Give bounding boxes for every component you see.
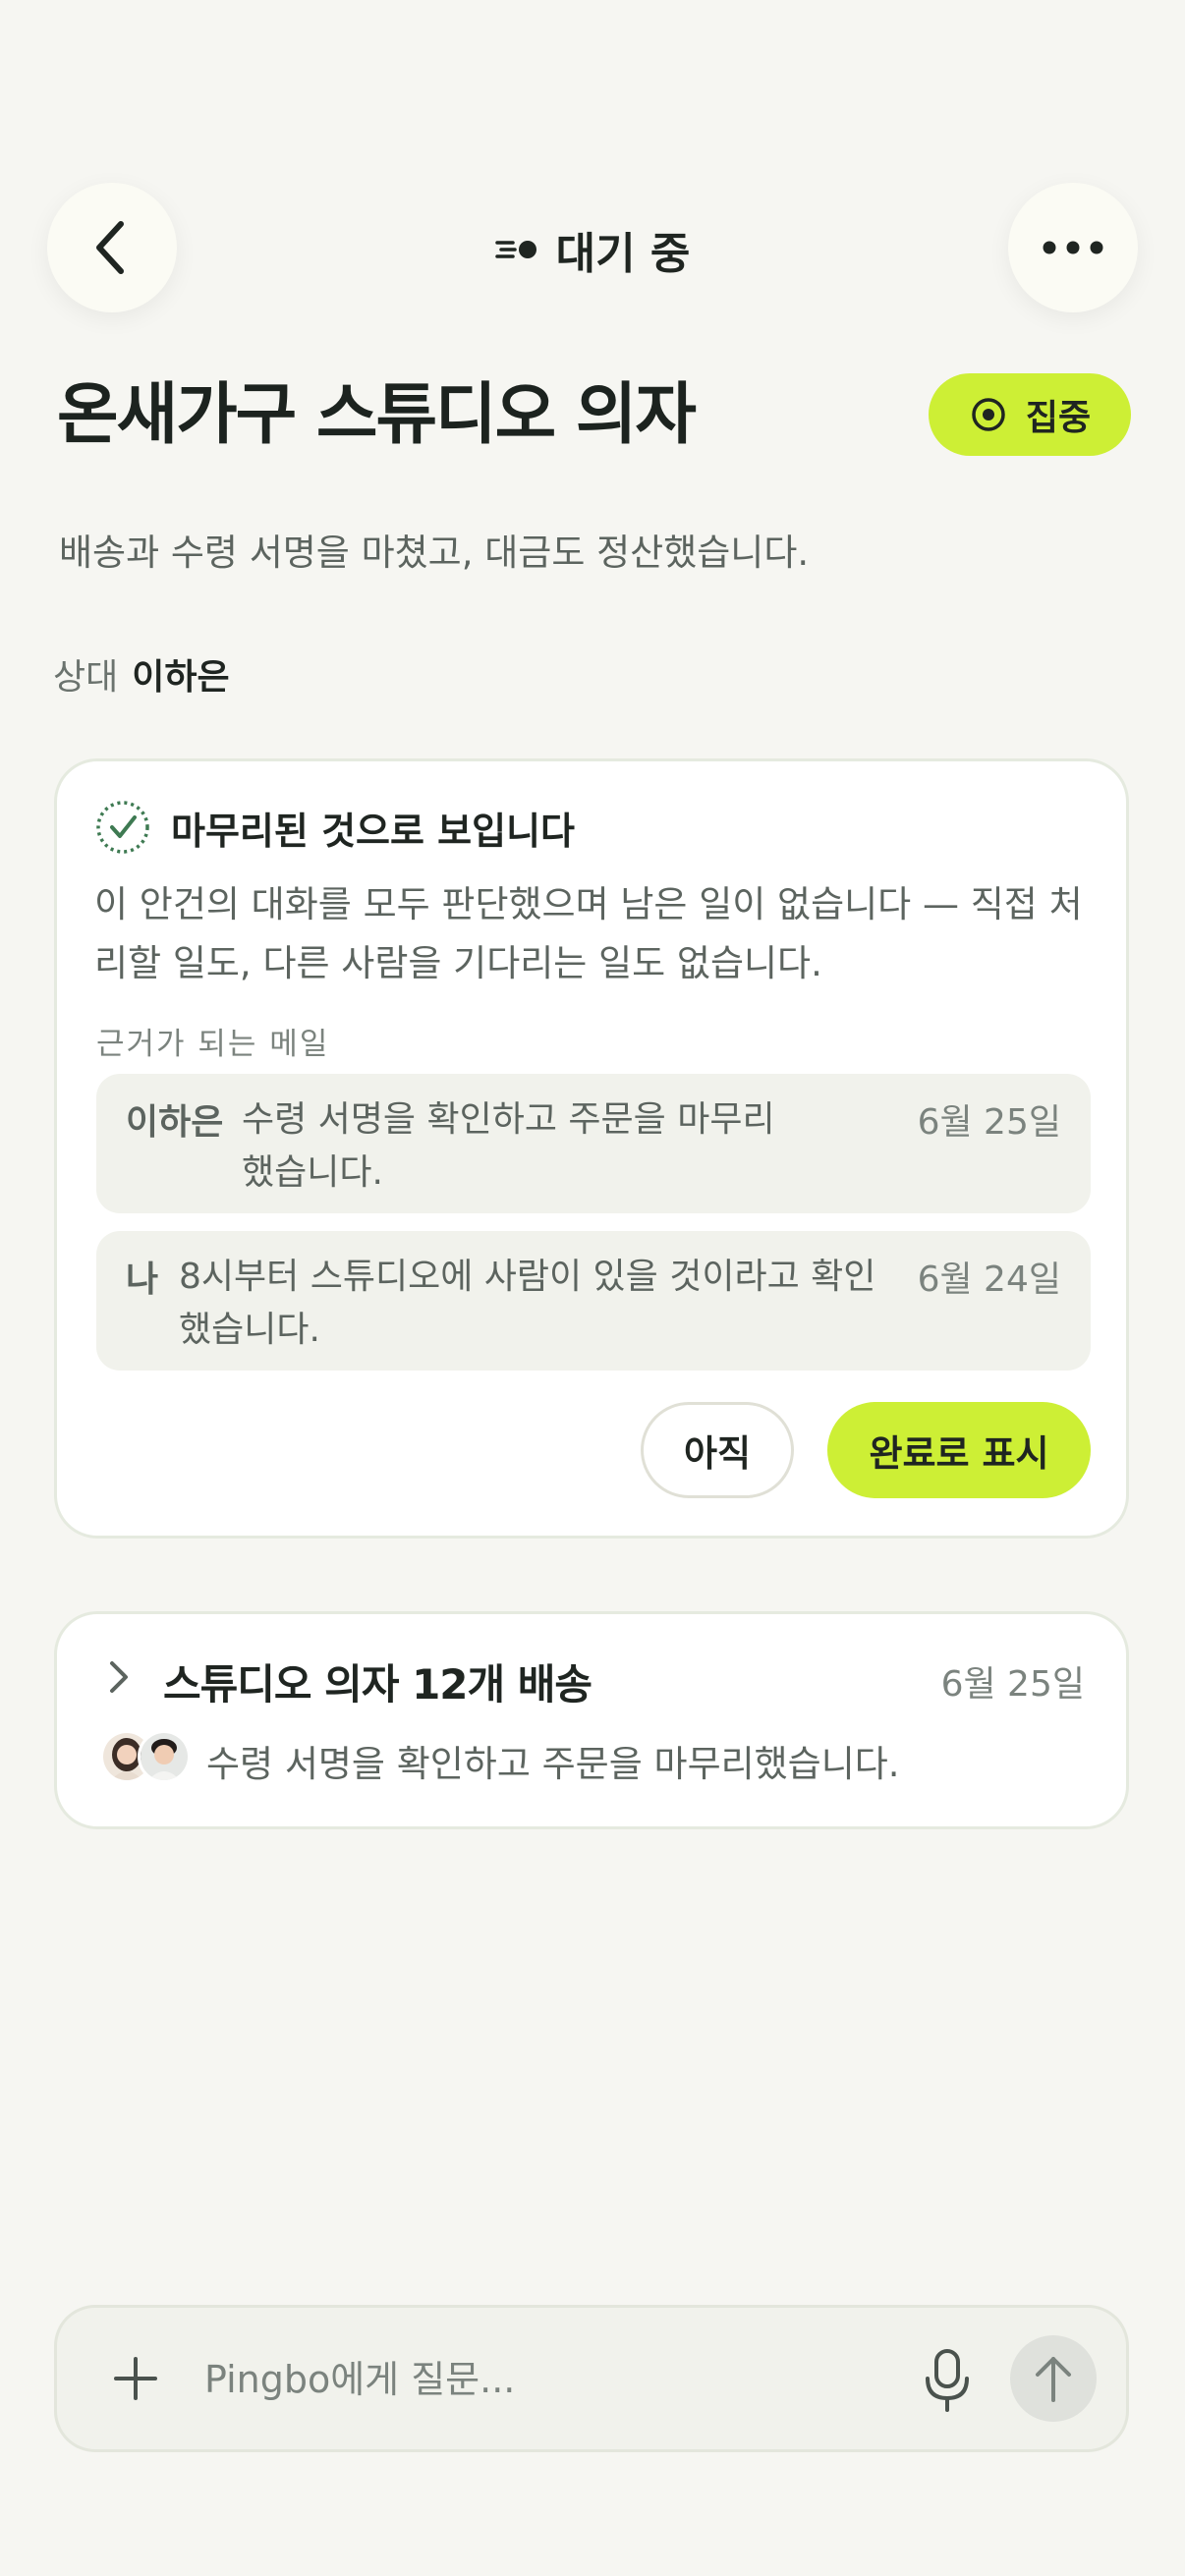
evidence-item[interactable]: 이하은 수령 서명을 확인하고 주문을 마무리 했습니다. 6월 25일 (96, 1074, 1091, 1213)
mark-done-button[interactable]: 완료로 표시 (827, 1402, 1091, 1498)
thread-date: 6월 25일 (940, 1664, 1085, 1705)
evidence-date: 6월 24일 (917, 1260, 1061, 1300)
thread-preview: 수령 서명을 확인하고 주문을 마무리했습니다. (206, 1743, 900, 1785)
evidence-text: 수령 서명을 확인하고 주문을 마무리 했습니다. (242, 1093, 851, 1200)
completion-card: 마무리된 것으로 보입니다 이 안건의 대화를 모두 판단했으며 남은 일이 없… (54, 758, 1129, 1539)
ellipsis-icon (1043, 241, 1103, 254)
arrow-up-icon (1036, 2357, 1071, 2402)
counterpart-name: 이하은 (132, 657, 230, 698)
send-button[interactable] (1010, 2335, 1097, 2422)
microphone-icon[interactable] (918, 2347, 977, 2414)
check-circle-icon (96, 801, 149, 854)
evidence-sender: 나 (126, 1260, 159, 1300)
evidence-sender: 이하은 (126, 1102, 224, 1143)
participant-avatars (100, 1730, 195, 1785)
waiting-dot-icon (494, 241, 536, 258)
evidence-text-line: 8시부터 스튜디오에 사람이 있을 것이라고 확인 (179, 1257, 876, 1297)
avatar (138, 1730, 191, 1783)
focus-chip[interactable]: 집중 (929, 373, 1131, 456)
more-button[interactable] (1008, 183, 1138, 312)
completion-heading: 마무리된 것으로 보입니다 (94, 799, 575, 856)
avatar-man-icon (141, 1733, 188, 1780)
plus-icon[interactable] (108, 2351, 163, 2406)
thread-title: 스튜디오 의자 12개 배송 (163, 1660, 592, 1708)
counterpart: 상대 이하은 (53, 648, 230, 700)
chat-composer (54, 2305, 1129, 2452)
evidence-item[interactable]: 나 8시부터 스튜디오에 사람이 있을 것이라고 확인 했습니다. 6월 24일 (96, 1231, 1091, 1371)
evidence-text: 8시부터 스튜디오에 사람이 있을 것이라고 확인 했습니다. (179, 1251, 926, 1357)
page-title: 온새가구 스튜디오 의자 (57, 376, 697, 454)
chevron-right-icon (110, 1661, 128, 1693)
target-icon (972, 398, 1005, 431)
thread-card[interactable]: 스튜디오 의자 12개 배송 6월 25일 수령 서명을 확인하고 주문을 마무… (54, 1611, 1129, 1829)
not-yet-button[interactable]: 아직 (641, 1402, 794, 1498)
chat-input[interactable] (202, 2341, 914, 2418)
evidence-text-line: 했습니다. (179, 1310, 320, 1350)
focus-chip-label: 집중 (1025, 398, 1092, 438)
completion-body: 이 안건의 대화를 모두 판단했으며 남은 일이 없습니다 — 직접 처리할 일… (94, 883, 1083, 984)
summary-text: 배송과 수령 서명을 마쳤고, 대금도 정산했습니다. (59, 532, 810, 574)
status-label: 대기 중 (555, 229, 691, 279)
counterpart-label: 상대 (53, 657, 119, 698)
completion-heading-text: 마무리된 것으로 보입니다 (171, 809, 576, 853)
evidence-text-line: 했습니다. (242, 1152, 383, 1193)
evidence-label: 근거가 되는 메일 (96, 1027, 330, 1062)
evidence-date: 6월 25일 (917, 1102, 1061, 1143)
evidence-text-line: 수령 서명을 확인하고 주문을 마무리 (242, 1099, 775, 1140)
